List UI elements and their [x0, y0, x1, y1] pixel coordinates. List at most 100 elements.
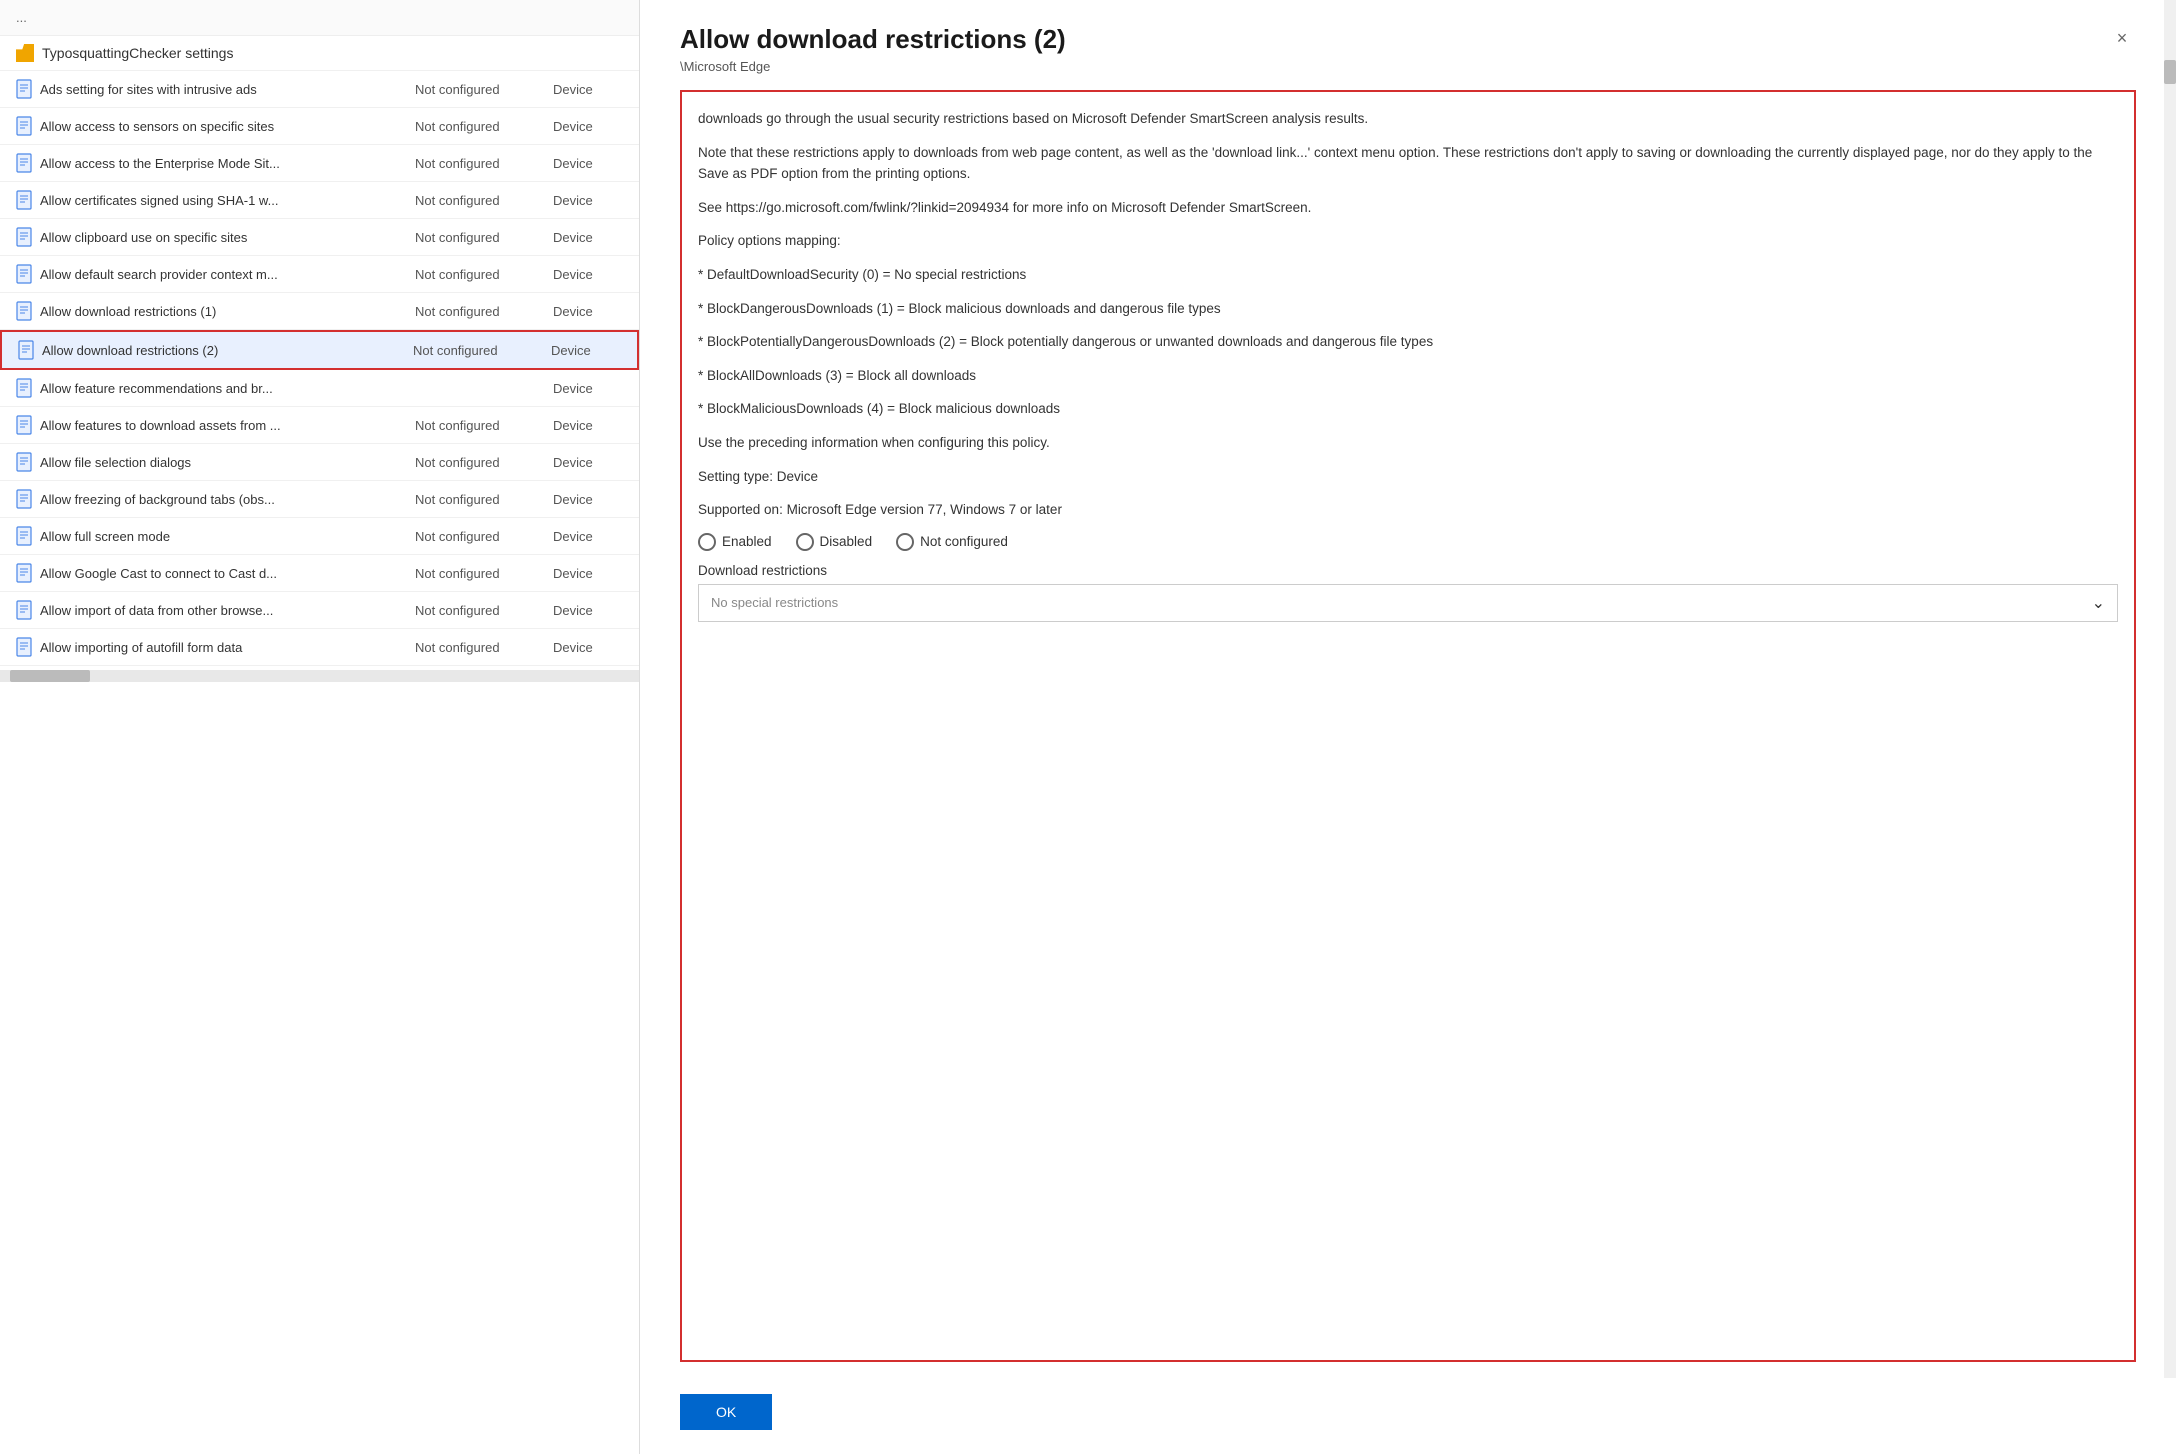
policy-name: Allow certificates signed using SHA-1 w.… [40, 193, 407, 208]
policy-name: Allow importing of autofill form data [40, 640, 407, 655]
policy-scope: Device [553, 455, 623, 470]
doc-icon [16, 600, 32, 620]
description-para1: downloads go through the usual security … [698, 108, 2118, 130]
list-header: ... [0, 0, 639, 36]
policy-status: Not configured [415, 82, 545, 97]
policy-status: Not configured [415, 418, 545, 433]
policy-scope: Device [553, 603, 623, 618]
policy-scope: Device [553, 267, 623, 282]
policy-row[interactable]: Allow clipboard use on specific sites No… [0, 219, 639, 256]
policy-row[interactable]: Allow file selection dialogs Not configu… [0, 444, 639, 481]
policy-name: Allow freezing of background tabs (obs..… [40, 492, 407, 507]
policy-status: Not configured [415, 603, 545, 618]
radio-enabled-label: Enabled [722, 534, 772, 549]
policy-row[interactable]: Allow import of data from other browse..… [0, 592, 639, 629]
description-para5: Use the preceding information when confi… [698, 432, 2118, 454]
description-option2: * BlockPotentiallyDangerousDownloads (2)… [698, 331, 2118, 353]
policy-name: Allow feature recommendations and br... [40, 381, 407, 396]
policy-content-box: downloads go through the usual security … [680, 90, 2136, 1362]
radio-group: Enabled Disabled Not configured [698, 533, 2118, 551]
policy-name: Allow Google Cast to connect to Cast d..… [40, 566, 407, 581]
policy-status: Not configured [415, 640, 545, 655]
folder-icon [16, 44, 34, 62]
policy-scope: Device [553, 418, 623, 433]
radio-enabled-circle [698, 533, 716, 551]
policy-row[interactable]: Allow Google Cast to connect to Cast d..… [0, 555, 639, 592]
close-button[interactable]: × [2108, 24, 2136, 52]
policy-scope: Device [551, 343, 621, 358]
radio-disabled-circle [796, 533, 814, 551]
policy-row[interactable]: Allow access to sensors on specific site… [0, 108, 639, 145]
doc-icon [16, 489, 32, 509]
doc-icon [16, 415, 32, 435]
dropdown-label: Download restrictions [698, 563, 2118, 578]
policy-name: Allow features to download assets from .… [40, 418, 407, 433]
policy-status: Not configured [415, 193, 545, 208]
folder-label: TyposquattingChecker settings [42, 45, 233, 61]
policy-name: Allow import of data from other browse..… [40, 603, 407, 618]
detail-title: Allow download restrictions (2) [680, 24, 1066, 55]
policy-row[interactable]: Allow access to the Enterprise Mode Sit.… [0, 145, 639, 182]
radio-not-configured[interactable]: Not configured [896, 533, 1008, 551]
description-para4: Policy options mapping: [698, 230, 2118, 252]
description-option3: * BlockAllDownloads (3) = Block all down… [698, 365, 2118, 387]
policy-status: Not configured [415, 492, 545, 507]
radio-disabled[interactable]: Disabled [796, 533, 873, 551]
doc-icon [16, 301, 32, 321]
description-option1: * BlockDangerousDownloads (1) = Block ma… [698, 298, 2118, 320]
doc-icon [18, 340, 34, 360]
policy-row[interactable]: Allow freezing of background tabs (obs..… [0, 481, 639, 518]
detail-panel: Allow download restrictions (2) × \Micro… [640, 0, 2176, 1378]
policy-scope: Device [553, 304, 623, 319]
doc-icon [16, 227, 32, 247]
doc-icon [16, 452, 32, 472]
policy-row[interactable]: Ads setting for sites with intrusive ads… [0, 71, 639, 108]
policy-row[interactable]: Allow features to download assets from .… [0, 407, 639, 444]
policy-status: Not configured [415, 455, 545, 470]
chevron-down-icon: ⌄ [2092, 593, 2105, 613]
policy-list-panel: ... TyposquattingChecker settings Ads se… [0, 0, 640, 1454]
policy-name: Allow clipboard use on specific sites [40, 230, 407, 245]
policy-status: Not configured [415, 156, 545, 171]
policy-status: Not configured [415, 529, 545, 544]
doc-icon [16, 378, 32, 398]
policy-scope: Device [553, 230, 623, 245]
policy-scope: Device [553, 156, 623, 171]
policy-row[interactable]: Allow default search provider context m.… [0, 256, 639, 293]
dropdown-value: No special restrictions [711, 595, 838, 610]
doc-icon [16, 563, 32, 583]
policy-status: Not configured [413, 343, 543, 358]
description-para3: See https://go.microsoft.com/fwlink/?lin… [698, 197, 2118, 219]
doc-icon [16, 526, 32, 546]
detail-header: Allow download restrictions (2) × [680, 24, 2136, 55]
policy-scope: Device [553, 640, 623, 655]
download-restrictions-dropdown[interactable]: No special restrictions ⌄ [698, 584, 2118, 622]
policy-scope: Device [553, 82, 623, 97]
doc-icon [16, 264, 32, 284]
policy-row[interactable]: Allow full screen mode Not configured De… [0, 518, 639, 555]
folder-row[interactable]: TyposquattingChecker settings [0, 36, 639, 71]
dropdown-section: Download restrictions No special restric… [698, 563, 2118, 622]
policy-row[interactable]: Allow download restrictions (1) Not conf… [0, 293, 639, 330]
doc-icon [16, 190, 32, 210]
policy-scope: Device [553, 193, 623, 208]
policy-scope: Device [553, 566, 623, 581]
ok-button[interactable]: OK [680, 1394, 772, 1430]
policy-name: Allow default search provider context m.… [40, 267, 407, 282]
radio-enabled[interactable]: Enabled [698, 533, 772, 551]
doc-icon [16, 116, 32, 136]
description-option0: * DefaultDownloadSecurity (0) = No speci… [698, 264, 2118, 286]
policy-row[interactable]: Allow feature recommendations and br... … [0, 370, 639, 407]
ok-area: OK [640, 1378, 2176, 1454]
policy-name: Allow full screen mode [40, 529, 407, 544]
policy-name: Allow access to sensors on specific site… [40, 119, 407, 134]
radio-not-configured-label: Not configured [920, 534, 1008, 549]
policy-row[interactable]: Allow importing of autofill form data No… [0, 629, 639, 666]
description-para2: Note that these restrictions apply to do… [698, 142, 2118, 185]
description-para7: Supported on: Microsoft Edge version 77,… [698, 499, 2118, 521]
policy-row[interactable]: Allow certificates signed using SHA-1 w.… [0, 182, 639, 219]
selected-policy-row[interactable]: Allow download restrictions (2) Not conf… [0, 330, 639, 370]
policy-status: Not configured [415, 267, 545, 282]
doc-icon [16, 153, 32, 173]
policy-name: Allow download restrictions (1) [40, 304, 407, 319]
